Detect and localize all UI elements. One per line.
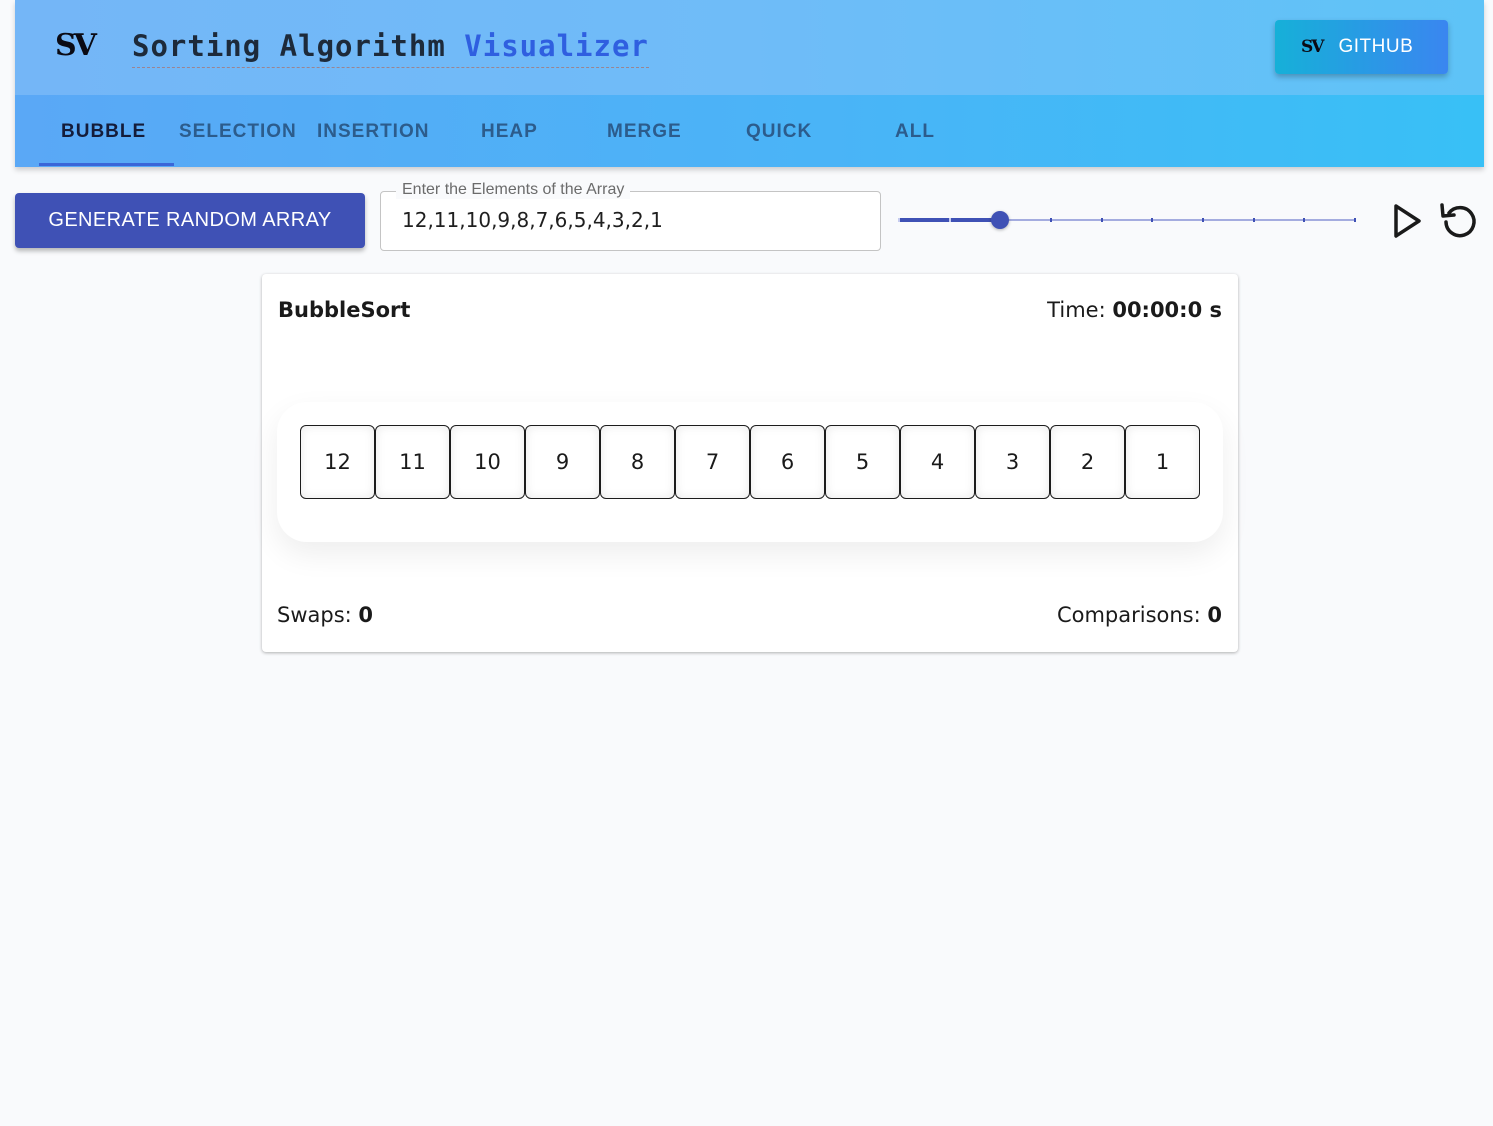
app-bar: SV Sorting Algorithm Visualizer SV GITHU… [15, 0, 1484, 167]
slider-mark [1202, 218, 1204, 222]
play-icon [1394, 204, 1421, 238]
visualizer-card: BubbleSort Time: 00:00:0 s 12 11 10 9 8 … [262, 274, 1238, 652]
algorithm-title: BubbleSort [278, 298, 411, 322]
slider-mark [1100, 218, 1103, 222]
array-cell: 6 [750, 425, 825, 499]
algorithm-tabs: BUBBLE SELECTION INSERTION HEAP MERGE QU… [15, 95, 1484, 167]
tab-merge[interactable]: MERGE [607, 95, 682, 167]
tab-quick[interactable]: QUICK [746, 95, 812, 167]
time-value: 00:00:0 s [1112, 298, 1222, 322]
swaps-label: Swaps: [277, 603, 352, 627]
slider-thumb[interactable] [991, 211, 1010, 229]
array-cell: 4 [900, 425, 975, 499]
logo: SV [55, 28, 97, 63]
title-prefix: Sorting Algorithm [132, 29, 446, 63]
comparisons-counter: Comparisons: 0 [1057, 603, 1222, 627]
array-cells: 12 11 10 9 8 7 6 5 4 3 2 1 [300, 425, 1200, 499]
slider-mark [1050, 218, 1052, 222]
generate-random-array-button[interactable]: GENERATE RANDOM ARRAY [15, 193, 365, 248]
time-label: Time: [1047, 298, 1106, 322]
tab-bubble[interactable]: BUBBLE [61, 95, 146, 167]
reset-button[interactable] [1438, 199, 1482, 243]
array-input[interactable] [402, 208, 862, 232]
tab-insertion[interactable]: INSERTION [317, 95, 429, 167]
slider-mark [1151, 218, 1154, 222]
github-label: GITHUB [1338, 36, 1414, 57]
array-cell: 12 [300, 425, 375, 499]
array-cell: 11 [375, 425, 450, 499]
play-button[interactable] [1385, 199, 1429, 243]
array-cell: 2 [1050, 425, 1125, 499]
array-cell: 10 [450, 425, 525, 499]
timer: Time: 00:00:0 s [1047, 298, 1222, 322]
slider-mark [1354, 218, 1356, 222]
array-input-label: Enter the Elements of the Array [396, 181, 631, 199]
tab-all[interactable]: ALL [895, 95, 935, 167]
array-cell: 3 [975, 425, 1050, 499]
slider-mark [948, 218, 951, 222]
reset-icon [1440, 203, 1476, 238]
speed-slider[interactable] [898, 204, 1356, 236]
slider-mark [1252, 218, 1255, 222]
swaps-value: 0 [358, 603, 374, 627]
github-button[interactable]: SV GITHUB [1275, 20, 1448, 74]
array-cell: 5 [825, 425, 900, 499]
array-cell: 7 [675, 425, 750, 499]
page-title: Sorting Algorithm Visualizer [132, 28, 649, 68]
array-input-field: Enter the Elements of the Array [380, 181, 881, 251]
array-cell: 9 [525, 425, 600, 499]
slider-mark [898, 218, 900, 222]
slider-mark [1303, 218, 1306, 222]
comparisons-value: 0 [1207, 603, 1222, 627]
tab-selection[interactable]: SELECTION [179, 95, 297, 167]
active-tab-indicator [39, 163, 174, 166]
github-logo-icon: SV [1301, 37, 1325, 57]
tab-heap[interactable]: HEAP [481, 95, 538, 167]
comparisons-label: Comparisons: [1056, 603, 1201, 627]
swaps-counter: Swaps: 0 [277, 603, 373, 627]
title-accent: Visualizer [464, 29, 649, 63]
array-cell: 1 [1125, 425, 1200, 499]
array-cell: 8 [600, 425, 675, 499]
toolbar: SV Sorting Algorithm Visualizer SV GITHU… [15, 0, 1484, 95]
